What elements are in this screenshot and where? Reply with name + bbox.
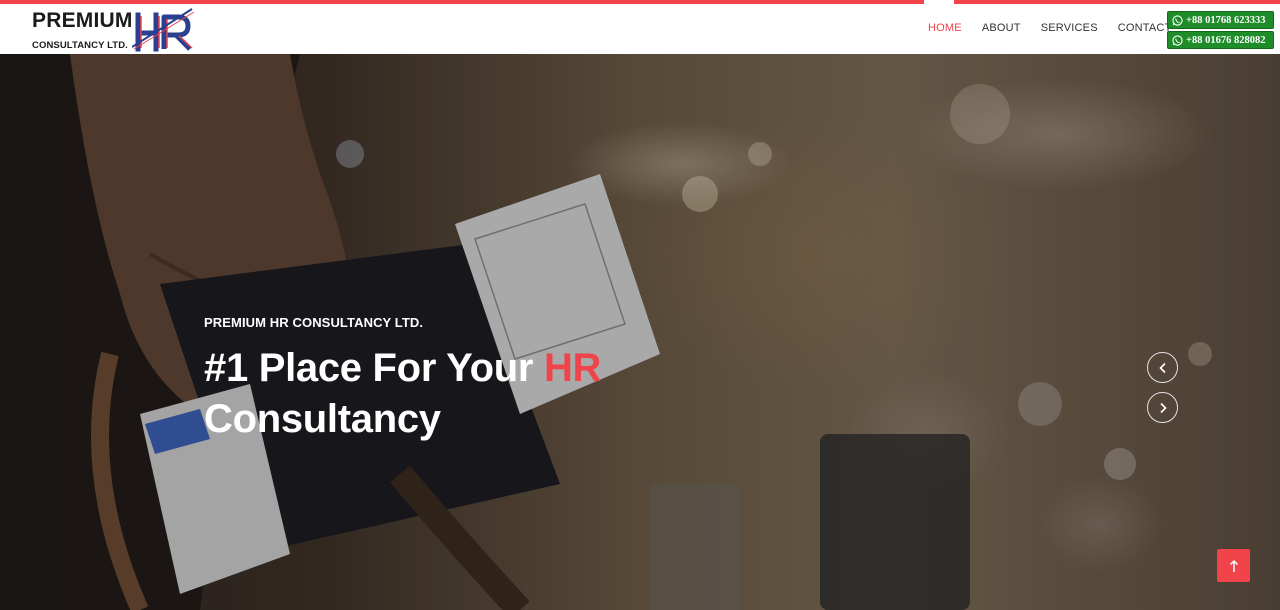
brand-logo[interactable]: PREMIUM CONSULTANCY LTD. (32, 7, 202, 53)
back-to-top-button[interactable] (1217, 549, 1250, 582)
whatsapp-icon (1172, 34, 1183, 46)
main-nav: HOME ABOUT SERVICES CONTACT (918, 22, 1182, 34)
slider-next-button[interactable] (1147, 392, 1178, 423)
phone-number-2: +88 01676 828082 (1186, 34, 1266, 46)
brand-tagline: CONSULTANCY LTD. (32, 40, 128, 51)
nav-home[interactable]: HOME (928, 22, 962, 34)
hero-title: #1 Place For Your HR Consultancy (204, 343, 601, 445)
hero-kicker: PREMIUM HR CONSULTANCY LTD. (204, 315, 424, 330)
hero-title-part1: #1 Place For Your (204, 346, 544, 390)
whatsapp-icon (1172, 14, 1183, 26)
slider-prev-button[interactable] (1147, 352, 1178, 383)
hero-title-part2: Consultancy (204, 397, 441, 441)
nav-contact[interactable]: CONTACT (1118, 22, 1172, 34)
hero-title-highlight: HR (543, 346, 602, 390)
nav-about[interactable]: ABOUT (982, 22, 1021, 34)
arrow-up-icon (1229, 559, 1238, 572)
whatsapp-phone-button-2[interactable]: +88 01676 828082 (1167, 31, 1274, 49)
active-nav-marker (924, 0, 954, 4)
chevron-right-icon (1159, 402, 1167, 413)
phone-number-1: +88 01768 623333 (1186, 14, 1266, 26)
hero-dark-overlay (0, 54, 1280, 610)
hero-slider: PREMIUM HR CONSULTANCY LTD. #1 Place For… (0, 54, 1280, 610)
whatsapp-phone-button-1[interactable]: +88 01768 623333 (1167, 11, 1274, 29)
chevron-left-icon (1158, 362, 1166, 373)
brand-name: PREMIUM (32, 9, 133, 32)
nav-services[interactable]: SERVICES (1041, 22, 1098, 34)
site-header: PREMIUM CONSULTANCY LTD. HOME ABOUT SERV… (0, 0, 1280, 54)
hr-logo-mark (132, 8, 195, 52)
